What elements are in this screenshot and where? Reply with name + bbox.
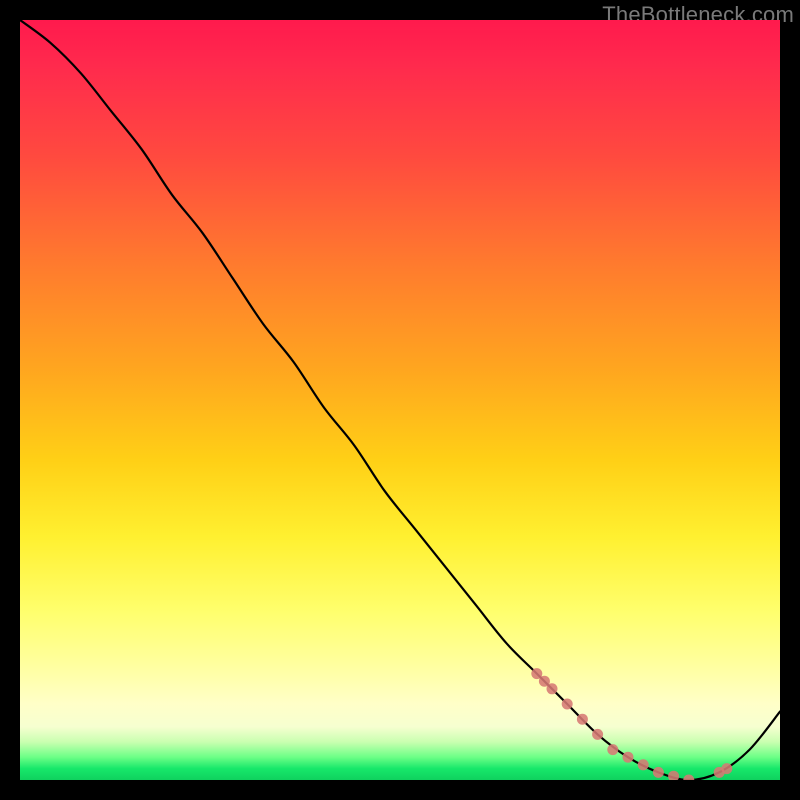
gradient-background [20,20,780,780]
plot-area [20,20,780,780]
chart-stage: TheBottleneck.com [0,0,800,800]
